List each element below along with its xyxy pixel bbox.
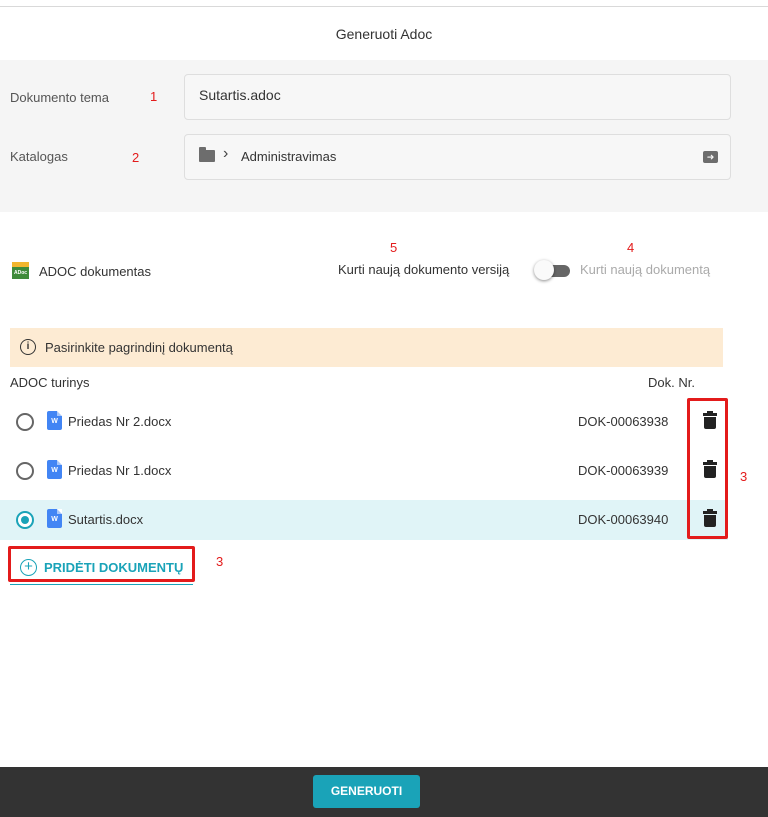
- banner-text: Pasirinkite pagrindinį dokumentą: [45, 340, 233, 355]
- footer-bar: GENERUOTI: [0, 767, 768, 817]
- folder-icon: [199, 147, 215, 162]
- adoc-title: ADOC dokumentas: [39, 264, 151, 279]
- toggle-new-version-label: Kurti naują dokumento versiją: [338, 262, 510, 277]
- row-number: DOK-00063939: [578, 463, 669, 478]
- chevron-right-icon: ›: [223, 145, 229, 162]
- toggle-new-document-label: Kurti naują dokumentą: [580, 262, 711, 277]
- row-number: DOK-00063940: [578, 512, 669, 527]
- annotation-2: 2: [132, 150, 140, 165]
- word-file-icon: W: [47, 411, 62, 430]
- info-banner: i Pasirinkite pagrindinį dokumentą: [10, 328, 723, 367]
- move-to-folder-icon[interactable]: ➜: [703, 151, 718, 163]
- adoc-file-icon: ADoc: [12, 262, 29, 279]
- row-name: Priedas Nr 2.docx: [68, 414, 172, 429]
- row-name: Priedas Nr 1.docx: [68, 463, 172, 478]
- column-header-number: Dok. Nr.: [648, 375, 695, 390]
- topic-value: Sutartis.adoc: [199, 87, 281, 103]
- table-row[interactable]: W Priedas Nr 1.docx DOK-00063939: [0, 451, 728, 491]
- table-row-selected[interactable]: W Sutartis.docx DOK-00063940: [0, 500, 728, 540]
- word-file-icon: W: [47, 460, 62, 479]
- annotation-5: 5: [390, 240, 398, 255]
- annotation-box-add: [8, 546, 195, 582]
- row-name: Sutartis.docx: [68, 512, 144, 527]
- annotation-4: 4: [627, 240, 635, 255]
- topic-field[interactable]: Sutartis.adoc: [184, 74, 731, 120]
- form-area: Dokumento tema 1 Sutartis.adoc Katalogas…: [0, 60, 768, 212]
- annotation-3-trash: 3: [740, 469, 748, 484]
- annotation-1: 1: [150, 89, 158, 104]
- catalog-path: Administravimas: [241, 149, 337, 164]
- row-radio[interactable]: [16, 413, 34, 431]
- catalog-label: Katalogas: [10, 149, 68, 164]
- row-number: DOK-00063938: [578, 414, 669, 429]
- dialog-title: Generuoti Adoc: [0, 7, 768, 60]
- word-file-icon: W: [47, 509, 62, 528]
- version-toggle[interactable]: [534, 260, 554, 280]
- table-row[interactable]: W Priedas Nr 2.docx DOK-00063938: [0, 402, 728, 442]
- generate-button[interactable]: GENERUOTI: [313, 775, 420, 808]
- topic-label: Dokumento tema: [10, 90, 109, 105]
- catalog-field[interactable]: › Administravimas ➜: [184, 134, 731, 180]
- annotation-box-trash: [687, 398, 728, 539]
- annotation-3-add: 3: [216, 554, 224, 569]
- column-header-content: ADOC turinys: [10, 375, 90, 390]
- row-radio-checked[interactable]: [16, 511, 34, 529]
- info-icon: i: [20, 339, 36, 355]
- row-radio[interactable]: [16, 462, 34, 480]
